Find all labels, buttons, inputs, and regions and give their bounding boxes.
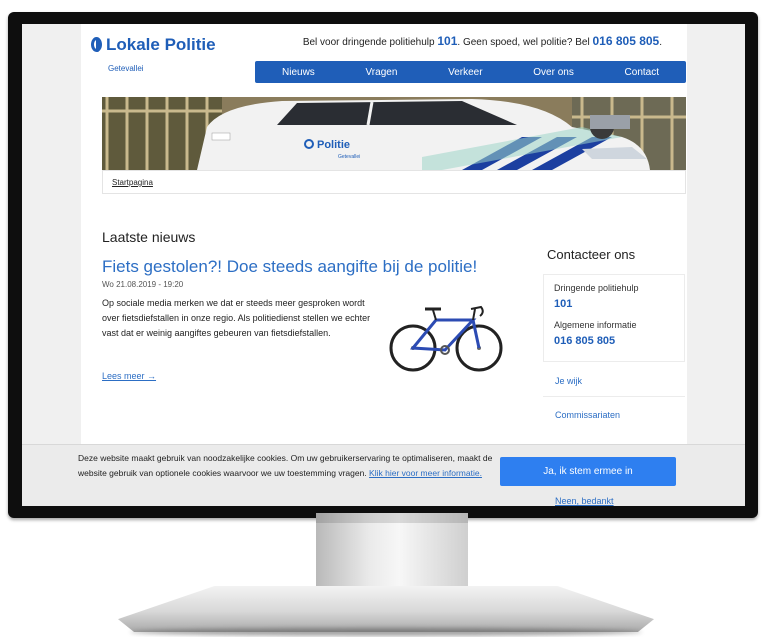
article-title[interactable]: Fiets gestolen?! Doe steeds aangifte bij… <box>102 257 477 277</box>
cookie-info-link[interactable]: Klik hier voor meer informatie. <box>369 468 482 478</box>
general-info-label: Algemene informatie <box>554 320 637 330</box>
car-politie-text: Politie <box>317 139 350 151</box>
contact-box: Dringende politiehulp 101 Algemene infor… <box>543 274 685 362</box>
breadcrumb: Startpagina <box>102 170 686 194</box>
nav-item-verkeer[interactable]: Verkeer <box>448 67 482 78</box>
contact-title: Contacteer ons <box>547 247 636 262</box>
cookie-decline-link[interactable]: Neen, bedankt <box>555 496 614 506</box>
logo-subtitle: Getevallei <box>108 64 144 73</box>
cookie-text: Deze website maakt gebruik van noodzakel… <box>78 451 498 481</box>
site-logo[interactable]: Lokale Politie <box>91 35 216 55</box>
main-navigation: Nieuws Vragen Verkeer Over ons Contact <box>255 61 686 83</box>
sidebar-link-commissariaten[interactable]: Commissariaten <box>555 410 620 420</box>
logo-text: Lokale Politie <box>106 35 216 54</box>
urgent-number[interactable]: 101 <box>437 34 457 48</box>
general-number[interactable]: 016 805 805 <box>592 34 659 48</box>
article-date: Wo 21.08.2019 - 19:20 <box>102 280 184 289</box>
nav-item-vragen[interactable]: Vragen <box>366 67 398 78</box>
cookie-banner: Deze website maakt gebruik van noodzakel… <box>22 444 745 506</box>
screen: Lokale Politie Getevallei Bel voor dring… <box>22 24 745 506</box>
section-title: Laatste nieuws <box>102 229 196 245</box>
breadcrumb-home[interactable]: Startpagina <box>112 178 153 187</box>
monitor-stand-shadow <box>130 628 642 636</box>
article-body: Op sociale media merken we dat er steeds… <box>102 298 371 338</box>
monitor-stand-base <box>118 586 654 632</box>
police-logo-icon <box>91 37 102 52</box>
car-subtext: Getevallei <box>338 154 360 160</box>
bicycle-icon <box>389 305 503 372</box>
police-car-image: Politie Getevallei <box>102 97 686 170</box>
sidebar-link-je-wijk[interactable]: Je wijk <box>555 376 582 386</box>
web-page: Lokale Politie Getevallei Bel voor dring… <box>81 24 687 444</box>
nav-item-contact[interactable]: Contact <box>625 67 659 78</box>
monitor-frame: Lokale Politie Getevallei Bel voor dring… <box>8 12 758 518</box>
nav-item-nieuws[interactable]: Nieuws <box>282 67 315 78</box>
cookie-accept-button[interactable]: Ja, ik stem ermee in <box>500 457 676 486</box>
read-more-link[interactable]: Lees meer → <box>102 371 156 381</box>
urgent-suffix: . <box>659 37 662 48</box>
nav-item-over-ons[interactable]: Over ons <box>533 67 574 78</box>
urgent-help-line: Bel voor dringende politiehulp 101. Geen… <box>303 34 662 48</box>
urgent-prefix: Bel voor dringende politiehulp <box>302 37 438 48</box>
urgent-help-number[interactable]: 101 <box>554 298 572 310</box>
urgent-help-label: Dringende politiehulp <box>554 283 639 293</box>
hero-banner: Politie Getevallei <box>102 97 686 170</box>
sidebar-divider <box>543 396 685 397</box>
bicycle-image[interactable] <box>381 292 511 374</box>
urgent-middle: . Geen spoed, wel politie? Bel <box>457 37 593 48</box>
general-info-number[interactable]: 016 805 805 <box>554 335 615 347</box>
